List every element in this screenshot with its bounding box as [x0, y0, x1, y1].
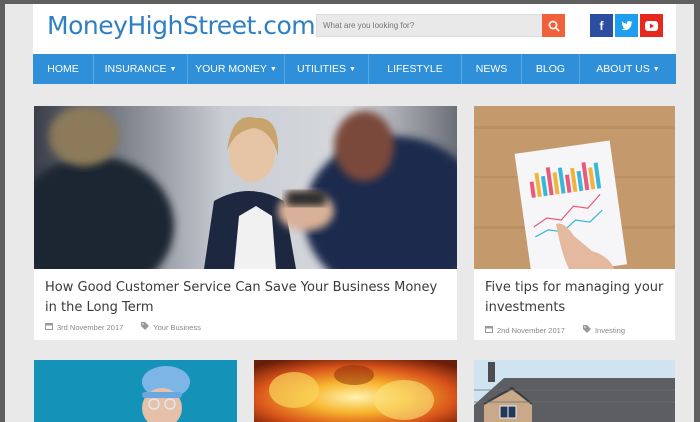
search-input[interactable] — [317, 15, 564, 36]
youtube-icon[interactable] — [640, 14, 663, 37]
article-card[interactable]: Five tips for managing your investments … — [474, 106, 675, 340]
caret-down-icon: ▼ — [269, 65, 277, 73]
article-card[interactable] — [474, 360, 675, 422]
article-card-featured[interactable]: How Good Customer Service Can Save Your … — [34, 106, 457, 340]
nav-item-news[interactable]: NEWS — [462, 54, 522, 84]
article-date: 3rd November 2017 — [57, 322, 124, 332]
article-meta: 3rd November 2017 Your Business — [45, 322, 201, 332]
facebook-icon[interactable]: f — [590, 14, 613, 37]
main-nav: HOME INSURANCE ▼ YOUR MONEY ▼ UTILITIES ▼ L… — [33, 54, 676, 84]
caret-down-icon: ▼ — [652, 65, 660, 73]
search-icon — [548, 20, 560, 32]
article-card[interactable] — [254, 360, 457, 422]
site-header: MoneyHighStreet.com f — [33, 4, 676, 54]
article-image[interactable] — [474, 360, 675, 422]
nav-item-blog[interactable]: BLOG — [522, 54, 580, 84]
tag-icon — [141, 322, 150, 332]
article-image[interactable] — [34, 106, 457, 269]
nav-item-about-us[interactable]: ABOUT US ▼ — [580, 54, 676, 84]
site-logo[interactable]: MoneyHighStreet.com — [47, 11, 316, 40]
article-date: 2nd November 2017 — [497, 325, 565, 335]
article-image[interactable] — [34, 360, 237, 422]
nav-item-home[interactable]: HOME — [33, 54, 94, 84]
article-image[interactable] — [254, 360, 457, 422]
nav-item-lifestyle[interactable]: LIFESTYLE — [369, 54, 462, 84]
article-card[interactable] — [34, 360, 237, 422]
article-image[interactable] — [474, 106, 675, 269]
twitter-icon[interactable] — [615, 14, 638, 37]
caret-down-icon: ▼ — [169, 65, 177, 73]
article-title[interactable]: Five tips for managing your investments — [485, 278, 670, 318]
nav-item-your-money[interactable]: YOUR MONEY ▼ — [188, 54, 285, 84]
article-title[interactable]: How Good Customer Service Can Save Your … — [45, 278, 445, 318]
nav-item-insurance[interactable]: INSURANCE ▼ — [94, 54, 188, 84]
calendar-icon — [45, 322, 53, 332]
nav-item-utilities[interactable]: UTILITIES ▼ — [285, 54, 369, 84]
article-category[interactable]: Your Business — [153, 323, 201, 332]
search-button[interactable] — [542, 14, 565, 37]
page: MoneyHighStreet.com f HOME INSURANCE▼ YO… — [5, 4, 694, 422]
tag-icon — [582, 325, 591, 335]
calendar-icon — [485, 325, 493, 335]
article-category[interactable]: Investing — [595, 326, 625, 335]
article-meta: 2nd November 2017 Investing — [485, 325, 625, 335]
search-box[interactable] — [316, 14, 565, 37]
caret-down-icon: ▼ — [349, 65, 356, 73]
